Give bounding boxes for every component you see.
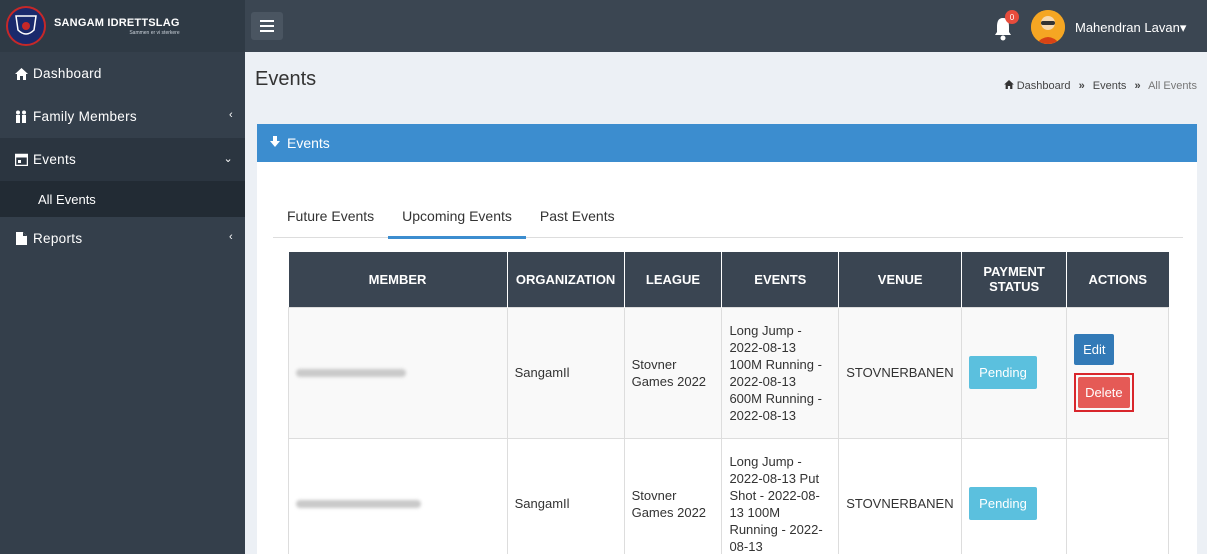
payment-status-cell: Pending xyxy=(961,437,1068,554)
breadcrumb: Dashboard » Events » All Events xyxy=(1003,80,1197,92)
menu-toggle-button[interactable] xyxy=(251,12,283,40)
column-header-venue: VENUE xyxy=(838,252,963,307)
sidebar-item-label: Family Members xyxy=(33,109,137,124)
home-icon xyxy=(14,67,28,81)
actions-cell xyxy=(1066,437,1169,554)
sidebar-subitem-all-events[interactable]: All Events xyxy=(0,181,245,217)
page-title: Events xyxy=(255,68,317,90)
member-cell xyxy=(288,306,508,439)
chevron-down-icon: ⌄ xyxy=(223,153,233,165)
events-tabs: Future Events Upcoming Events Past Event… xyxy=(273,198,1183,239)
chevron-left-icon: ‹ xyxy=(229,109,233,121)
sidebar-item-reports[interactable]: Reports ‹ xyxy=(0,217,245,260)
member-cell xyxy=(288,437,508,554)
column-header-payment-status: PAYMENT STATUS xyxy=(961,252,1068,307)
notification-count-badge: 0 xyxy=(1005,10,1019,24)
breadcrumb-current: All Events xyxy=(1148,80,1197,92)
sidebar: Dashboard Family Members ‹ Events ⌄ All … xyxy=(0,52,245,554)
user-avatar[interactable] xyxy=(1031,10,1065,44)
chevron-left-icon: ‹ xyxy=(229,231,233,243)
payment-status-cell: Pending xyxy=(961,306,1068,439)
table-row: SangamIl Stovner Games 2022 Long Jump - … xyxy=(288,306,1169,439)
column-header-member: MEMBER xyxy=(288,252,508,307)
league-cell: Stovner Games 2022 xyxy=(623,306,723,439)
family-icon xyxy=(14,110,28,124)
pending-status-badge[interactable]: Pending xyxy=(969,487,1037,520)
hand-pointer-down-icon xyxy=(269,135,281,151)
league-cell: Stovner Games 2022 xyxy=(623,437,723,554)
sidebar-item-label: Dashboard xyxy=(33,66,102,81)
sidebar-item-family-members[interactable]: Family Members ‹ xyxy=(0,95,245,138)
sidebar-item-label: Reports xyxy=(33,231,83,246)
tab-upcoming-events[interactable]: Upcoming Events xyxy=(388,198,526,239)
edit-button[interactable]: Edit xyxy=(1074,333,1115,365)
brand-name: SANGAM IDRETTSLAG xyxy=(54,16,180,29)
column-header-league: LEAGUE xyxy=(624,252,723,307)
user-menu[interactable]: Mahendran Lavan▾ xyxy=(1075,20,1186,36)
box-header: Events xyxy=(257,124,1197,162)
events-cell: Long Jump - 2022-08-13 100M Running - 20… xyxy=(721,306,840,439)
organization-cell: SangamIl xyxy=(506,306,625,439)
home-icon xyxy=(1003,80,1017,92)
venue-cell: STOVNERBANEN xyxy=(838,437,963,554)
sidebar-subitem-label: All Events xyxy=(38,191,96,207)
sidebar-item-dashboard[interactable]: Dashboard xyxy=(0,52,245,95)
events-box: Events Future Events Upcoming Events Pas… xyxy=(257,124,1197,554)
user-name: Mahendran Lavan xyxy=(1075,20,1180,35)
delete-button-highlight: Delete xyxy=(1074,372,1134,412)
file-icon xyxy=(14,232,28,246)
breadcrumb-separator: » xyxy=(1134,80,1141,92)
blurred-member-name xyxy=(296,500,421,508)
blurred-member-name xyxy=(296,369,406,377)
club-logo-icon xyxy=(6,6,46,46)
breadcrumb-separator: » xyxy=(1078,80,1085,92)
sidebar-item-label: Events xyxy=(33,152,77,167)
content-header: Events Dashboard » Events » All Events xyxy=(245,52,1207,102)
column-header-actions: ACTIONS xyxy=(1066,252,1169,307)
tab-future-events[interactable]: Future Events xyxy=(273,198,388,238)
column-header-organization: ORGANIZATION xyxy=(507,252,625,307)
caret-down-icon: ▾ xyxy=(1179,20,1187,35)
calendar-icon xyxy=(14,153,28,167)
box-title: Events xyxy=(287,135,330,151)
delete-button[interactable]: Delete xyxy=(1078,376,1130,408)
brand-tagline: Sammen er vi sterkere xyxy=(129,29,180,36)
sidebar-item-events[interactable]: Events ⌄ xyxy=(0,138,245,181)
events-table: MEMBER ORGANIZATION LEAGUE EVENTS VENUE … xyxy=(288,252,1169,554)
breadcrumb-events-link[interactable]: Events xyxy=(1093,80,1127,92)
breadcrumb-dashboard-link[interactable]: Dashboard xyxy=(1017,80,1071,92)
organization-cell: SangamIl xyxy=(506,437,625,554)
top-navbar: 0 Mahendran Lavan▾ xyxy=(245,0,1207,52)
tab-past-events[interactable]: Past Events xyxy=(526,198,629,238)
venue-cell: STOVNERBANEN xyxy=(838,306,963,439)
logo-area[interactable]: SANGAM IDRETTSLAG Sammen er vi sterkere xyxy=(0,0,245,52)
events-cell: Long Jump - 2022-08-13 Put Shot - 2022-0… xyxy=(721,437,840,554)
column-header-events: EVENTS xyxy=(721,252,840,307)
pending-status-badge[interactable]: Pending xyxy=(969,356,1037,389)
table-row: SangamIl Stovner Games 2022 Long Jump - … xyxy=(288,437,1169,554)
actions-cell: Edit Delete xyxy=(1066,306,1169,439)
